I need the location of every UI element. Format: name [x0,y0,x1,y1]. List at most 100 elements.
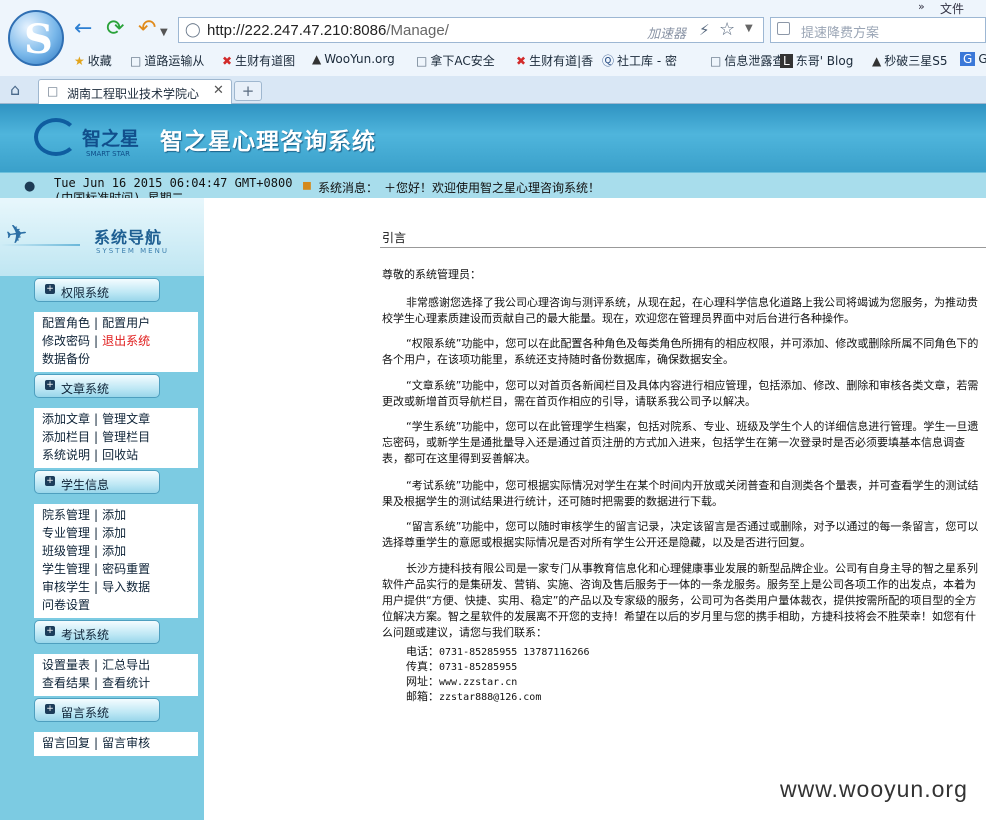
nav-link[interactable]: 添加栏目 [42,430,90,444]
tab-active[interactable]: □ 湖南工程职业技术学院心 ✕ [38,79,232,104]
bookmark-item[interactable]: ✖ 生财有道图 [222,52,295,69]
accelerator-label[interactable]: 加速器 [647,23,686,42]
address-bar[interactable]: ◯ http://222.247.47.210:8086/Manage/ 加速器… [178,17,764,43]
money-icon: ✖ [222,54,233,68]
bookmark-item[interactable]: □ 道路运输从 [130,52,204,69]
nav-link[interactable]: 配置角色 [42,316,90,330]
nav-section-button[interactable]: + 学生信息 [34,470,160,494]
separator: | [94,544,99,558]
separator: | [94,448,99,462]
paragraph: “文章系统”功能中，您可以对首页各新闻栏目及具体内容进行相应管理，包括添加、修改… [382,379,979,408]
bookmark-item[interactable]: Ⓠ 社工库 - 密 [602,52,677,69]
nav-link[interactable]: 查看统计 [102,676,150,690]
nav-section-button[interactable]: + 考试系统 [34,620,160,644]
nav-link[interactable]: 专业管理 [42,526,90,540]
chevron-down-icon[interactable]: ▼ [745,23,753,34]
new-tab-button[interactable]: + [234,81,262,101]
bolt-icon[interactable]: ⚡ [699,21,710,39]
separator: | [94,412,99,426]
nav-link[interactable]: 密码重置 [102,562,150,576]
menu-file[interactable]: 文件 [940,0,964,17]
main-content: 引言 尊敬的系统管理员： 非常感谢您选择了我公司心理咨询与测评系统，从现在起，在… [204,198,986,820]
bookmark-item[interactable]: □ 拿下AC安全 [416,52,495,69]
nav-link[interactable]: 数据备份 [42,352,90,366]
nav-link[interactable]: 退出系统 [102,334,150,348]
phone-label: 电话： [406,645,439,658]
site-label: 网址： [406,675,439,688]
nav-subpanel: 配置角色 | 配置用户 修改密码 | 退出系统 数据备份 [34,312,198,372]
back-arrow-icon[interactable]: ← [74,18,92,40]
paragraph: “学生系统”功能中，您可以在此管理学生档案，包括对院系、专业、班级及学生个人的详… [382,420,979,465]
paragraph: 非常感谢您选择了我公司心理咨询与测评系统，从现在起，在心理科学信息化道路上我公司… [382,296,978,325]
bookmark-item[interactable]: ▲ WooYun.org [312,52,395,66]
nav-link[interactable]: 设置量表 [42,658,90,672]
url-host: http://222.247.47.210:8086 [207,22,387,39]
nav-link[interactable]: 配置用户 [102,316,150,330]
search-input[interactable]: 提速降费方案 [770,17,986,43]
bookmark-item[interactable]: L 东哥' Blog [780,52,853,69]
nav-link[interactable]: 留言回复 [42,736,90,750]
nav-link[interactable]: 问卷设置 [42,598,90,612]
nav-section-button[interactable]: + 留言系统 [34,698,160,722]
home-icon[interactable]: ⌂ [10,80,20,99]
nav-link[interactable]: 查看结果 [42,676,90,690]
nav-link[interactable]: 添加 [102,508,126,522]
bookmark-item[interactable]: GG [960,52,986,66]
bookmark-label: 收藏 [87,54,112,68]
nav-subpanel: 设置量表 | 汇总导出 查看结果 | 查看统计 [34,654,198,696]
email-value: zzstar888@126.com [439,692,542,703]
nav-link[interactable]: 留言审核 [102,736,150,750]
nav-link[interactable]: 添加 [102,526,126,540]
nav-link[interactable]: 院系管理 [42,508,90,522]
bookmark-item[interactable]: ▲ 秒破三星S5 [872,52,948,69]
nav-link[interactable]: 回收站 [102,448,138,462]
nav-link[interactable]: 汇总导出 [102,658,150,672]
nav-link[interactable]: 添加文章 [42,412,90,426]
nav-section-button[interactable]: + 文章系统 [34,374,160,398]
nav-section-button[interactable]: + 权限系统 [34,278,160,302]
nav-link[interactable]: 导入数据 [102,580,150,594]
nav-link[interactable]: 系统说明 [42,448,90,462]
q-icon: Ⓠ [602,54,615,68]
separator: | [94,508,99,522]
divider [380,247,986,248]
nav-section-label: 留言系统 [61,706,110,720]
nav-link[interactable]: 管理文章 [102,412,150,426]
bookmark-label: 东哥' Blog [795,54,854,68]
refresh-icon[interactable]: ⟳ [106,18,124,40]
undo-icon[interactable]: ↶ [138,18,156,40]
separator: | [94,736,99,750]
plus-icon: + [45,704,55,714]
nav-link[interactable]: 审核学生 [42,580,90,594]
tab-strip: ⌂ □ 湖南工程职业技术学院心 ✕ + [0,76,986,104]
bookmark-item[interactable]: ★ 收藏 [74,52,112,69]
chevron-down-icon[interactable]: ▼ [160,22,168,44]
datetime: Tue Jun 16 2015 06:04:47 GMT+0800 (中国标准时… [54,176,293,198]
nav-title: 系统导航 [94,228,163,247]
separator: | [94,526,99,540]
bookmark-item[interactable]: ✖ 生财有道|香 [516,52,593,69]
url-text[interactable]: http://222.247.47.210:8086/Manage/ [207,22,449,39]
close-icon[interactable]: ✕ [213,83,224,98]
chevron-right-icon[interactable]: » [918,0,925,13]
bookmark-item[interactable]: □ 信息泄露查 [710,52,784,69]
paragraph: “考试系统”功能中，您可根据实际情况对学生在某个时间内开放或关闭普查和自测类各个… [382,479,979,508]
nav-subline: 设置量表 | 汇总导出 [42,656,150,673]
nav-link[interactable]: 班级管理 [42,544,90,558]
separator: | [94,562,99,576]
browser-logo-icon[interactable]: S [8,10,64,66]
nav-link[interactable]: 学生管理 [42,562,90,576]
nav-subline: 添加文章 | 管理文章 [42,410,150,427]
page-title: 引言 [382,231,407,245]
nav-link[interactable]: 修改密码 [42,334,90,348]
bookmark-label: G [978,52,986,66]
bookmark-label: 生财有道|香 [529,54,594,68]
nav-subpanel: 院系管理 | 添加 专业管理 | 添加 班级管理 | 添加 学生管理 | 密码重置 审核学生 | 导入数据问… [34,504,198,618]
email-line: 邮箱：zzstar888@126.com [406,690,590,705]
email-label: 邮箱： [406,690,439,703]
nav-link[interactable]: 管理栏目 [102,430,150,444]
nav-section-label: 权限系统 [61,286,110,300]
star-icon[interactable]: ☆ [719,19,735,40]
bookmark-label: 生财有道图 [235,54,296,68]
nav-link[interactable]: 添加 [102,544,126,558]
